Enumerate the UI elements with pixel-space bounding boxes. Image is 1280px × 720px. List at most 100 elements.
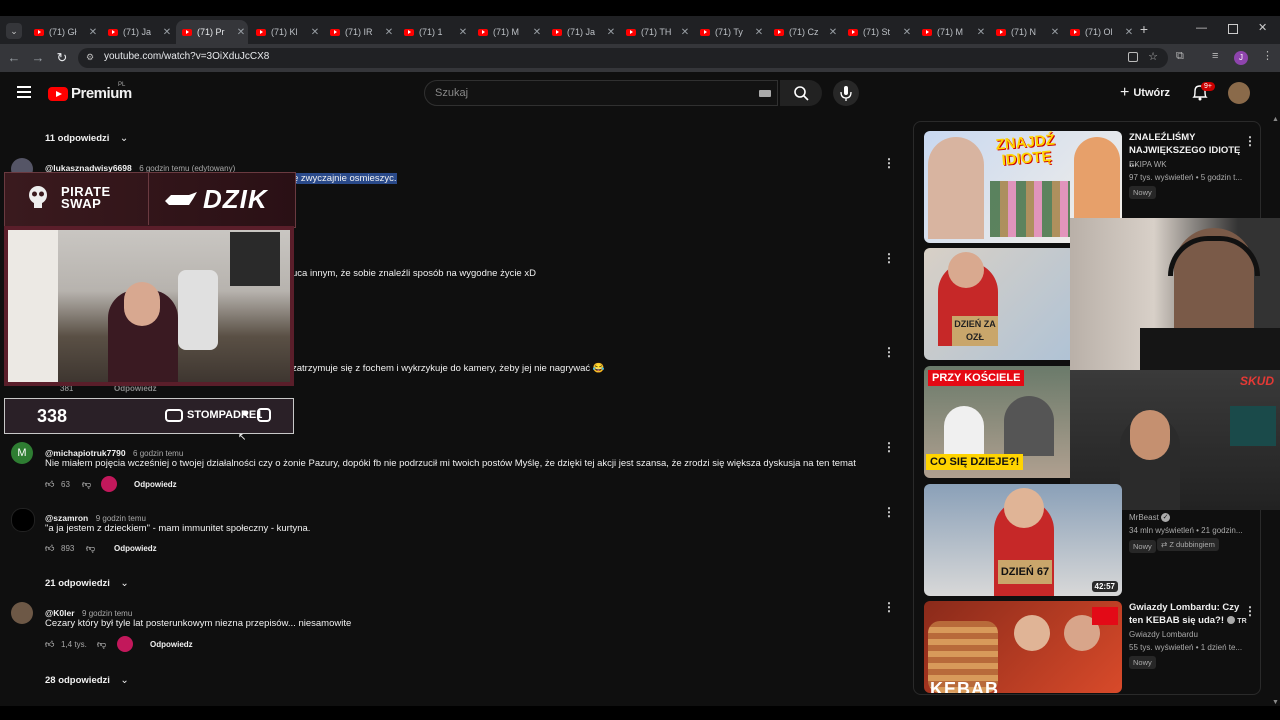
search-button[interactable] bbox=[780, 80, 822, 106]
reply-button[interactable]: Odpowiedz bbox=[114, 544, 157, 553]
search-input[interactable]: Szukaj bbox=[424, 80, 778, 106]
minimize-window-icon[interactable]: — bbox=[1196, 22, 1207, 34]
close-tab-icon[interactable]: ✕ bbox=[974, 27, 988, 38]
browser-tab[interactable]: (71) N ✕ bbox=[990, 20, 1062, 44]
video-thumbnail[interactable]: DZIEŃ 67 42:57 bbox=[924, 484, 1122, 596]
comment-timestamp[interactable]: 9 godzin temu bbox=[82, 609, 132, 618]
replies-toggle[interactable]: 28 odpowiedzi ⌄ bbox=[45, 670, 129, 688]
reload-icon[interactable]: ↻ bbox=[52, 48, 72, 68]
scroll-up-icon[interactable]: ▲ bbox=[1272, 116, 1279, 123]
account-avatar[interactable] bbox=[1228, 82, 1250, 104]
browser-tab[interactable]: (71) IR ✕ bbox=[324, 20, 396, 44]
close-tab-icon[interactable]: ✕ bbox=[530, 27, 544, 38]
video-more-icon[interactable]: ⋮ bbox=[1244, 134, 1256, 148]
like-icon[interactable]: 👍︎ bbox=[45, 479, 54, 490]
browser-tab-active[interactable]: (71) Pr ✕ bbox=[176, 20, 248, 44]
sponsor-banner: PIRATE SWAP DZIK bbox=[4, 172, 296, 228]
dislike-icon[interactable]: 👎︎ bbox=[82, 479, 91, 490]
dislike-icon[interactable]: 👎︎ bbox=[86, 543, 95, 554]
comment-timestamp[interactable]: 9 godzin temu bbox=[96, 514, 146, 523]
youtube-favicon-icon bbox=[478, 28, 488, 36]
close-tab-icon[interactable]: ✕ bbox=[382, 27, 396, 38]
install-app-icon[interactable] bbox=[1128, 52, 1138, 62]
avatar[interactable] bbox=[11, 508, 35, 532]
thumbnail-face bbox=[1004, 488, 1044, 528]
close-tab-icon[interactable]: ✕ bbox=[160, 27, 174, 38]
address-bar[interactable]: ⚙ youtube.com/watch?v=3OiXduJcCX8 ☆ bbox=[78, 48, 1168, 68]
browser-menu-icon[interactable]: ⋮ bbox=[1262, 49, 1273, 62]
browser-tab[interactable]: (71) TH ✕ bbox=[620, 20, 692, 44]
browser-tab[interactable]: (71) Gł ✕ bbox=[28, 20, 100, 44]
extensions-icon[interactable]: ⧉ bbox=[1176, 50, 1184, 63]
youtube-logo-icon[interactable] bbox=[48, 87, 68, 101]
browser-tab[interactable]: (71) 1 ✕ bbox=[398, 20, 470, 44]
browser-tab[interactable]: (71) Ty ✕ bbox=[694, 20, 766, 44]
close-tab-icon[interactable]: ✕ bbox=[234, 27, 248, 38]
video-thumbnail[interactable]: KEBAB bbox=[924, 601, 1122, 693]
keyboard-icon[interactable] bbox=[759, 90, 771, 97]
new-tab-button[interactable]: + bbox=[1136, 21, 1152, 37]
forward-icon[interactable]: → bbox=[28, 48, 48, 68]
voice-search-button[interactable] bbox=[833, 80, 859, 106]
close-tab-icon[interactable]: ✕ bbox=[826, 27, 840, 38]
media-controls-icon[interactable]: ≡ bbox=[1212, 50, 1218, 62]
video-channel[interactable]: Gwiazdy Lombardu bbox=[1129, 630, 1198, 639]
comment-more-icon[interactable]: ⋮ bbox=[883, 440, 895, 454]
page-scrollbar[interactable]: ▲ ▼ bbox=[1270, 116, 1280, 706]
browser-tab[interactable]: (71) M ✕ bbox=[472, 20, 544, 44]
site-info-icon[interactable]: ⚙ bbox=[86, 52, 96, 62]
close-tab-icon[interactable]: ✕ bbox=[604, 27, 618, 38]
browser-tab[interactable]: (71) Ja ✕ bbox=[102, 20, 174, 44]
comment-more-icon[interactable]: ⋮ bbox=[883, 505, 895, 519]
browser-tab[interactable]: (71) St ✕ bbox=[842, 20, 914, 44]
close-tab-icon[interactable]: ✕ bbox=[678, 27, 692, 38]
comment-more-icon[interactable]: ⋮ bbox=[883, 156, 895, 170]
tab-search-button[interactable]: ⌄ bbox=[6, 23, 22, 39]
comment-author[interactable]: @michapiotruk7790 bbox=[45, 448, 126, 458]
comment-more-icon[interactable]: ⋮ bbox=[883, 600, 895, 614]
url-text: youtube.com/watch?v=3OiXduJcCX8 bbox=[104, 51, 270, 62]
browser-tab[interactable]: (71) Cz ✕ bbox=[768, 20, 840, 44]
replies-toggle[interactable]: 11 odpowiedzi ⌄ bbox=[45, 128, 128, 146]
comment-more-icon[interactable]: ⋮ bbox=[883, 345, 895, 359]
browser-tab[interactable]: (71) Ol ✕ bbox=[1064, 20, 1136, 44]
close-window-icon[interactable]: ✕ bbox=[1258, 21, 1267, 34]
scroll-down-icon[interactable]: ▼ bbox=[1272, 699, 1279, 706]
like-icon[interactable]: 👍︎ bbox=[45, 543, 54, 554]
bookmark-star-icon[interactable]: ☆ bbox=[1148, 50, 1158, 63]
profile-avatar[interactable]: J bbox=[1234, 51, 1248, 65]
maximize-window-icon[interactable] bbox=[1228, 24, 1238, 34]
browser-tab[interactable]: (71) Kl ✕ bbox=[250, 20, 322, 44]
reply-button[interactable]: Odpowiedz bbox=[134, 480, 177, 489]
comment-more-icon[interactable]: ⋮ bbox=[883, 251, 895, 265]
comment-author[interactable]: @szamron bbox=[45, 513, 88, 523]
browser-tab[interactable]: (71) Ja ✕ bbox=[546, 20, 618, 44]
comment-text: "a ja jestem z dzieckiem" - mam immunite… bbox=[45, 523, 311, 534]
reply-button[interactable]: Odpowiedz bbox=[150, 640, 193, 649]
close-tab-icon[interactable]: ✕ bbox=[752, 27, 766, 38]
video-channel[interactable]: EKIPA WK bbox=[1129, 160, 1167, 169]
browser-tab[interactable]: (71) M ✕ bbox=[916, 20, 988, 44]
close-tab-icon[interactable]: ✕ bbox=[308, 27, 322, 38]
close-tab-icon[interactable]: ✕ bbox=[86, 27, 100, 38]
back-icon[interactable]: ← bbox=[4, 48, 24, 68]
close-tab-icon[interactable]: ✕ bbox=[1048, 27, 1062, 38]
hamburger-menu-icon[interactable] bbox=[17, 86, 31, 98]
close-tab-icon[interactable]: ✕ bbox=[1122, 27, 1136, 38]
youtube-favicon-icon bbox=[34, 28, 44, 36]
comment-author[interactable]: @K0ler bbox=[45, 608, 75, 618]
avatar[interactable]: M bbox=[11, 442, 33, 464]
like-icon[interactable]: 👍︎ bbox=[45, 639, 54, 650]
close-tab-icon[interactable]: ✕ bbox=[900, 27, 914, 38]
youtube-favicon-icon bbox=[256, 28, 266, 36]
create-button[interactable]: + Utwórz bbox=[1120, 82, 1170, 104]
youtube-favicon-icon bbox=[996, 28, 1006, 36]
video-channel[interactable]: MrBeast ✓ bbox=[1129, 513, 1171, 523]
comment-timestamp[interactable]: 6 godzin temu bbox=[133, 449, 183, 458]
video-title[interactable]: Gwiazdy Lombardu: Czy ten KEBAB się uda?… bbox=[1129, 601, 1249, 628]
dislike-icon[interactable]: 👎︎ bbox=[97, 639, 106, 650]
avatar[interactable] bbox=[11, 602, 33, 624]
video-more-icon[interactable]: ⋮ bbox=[1244, 604, 1256, 618]
replies-toggle[interactable]: 21 odpowiedzi ⌄ bbox=[45, 573, 129, 591]
close-tab-icon[interactable]: ✕ bbox=[456, 27, 470, 38]
